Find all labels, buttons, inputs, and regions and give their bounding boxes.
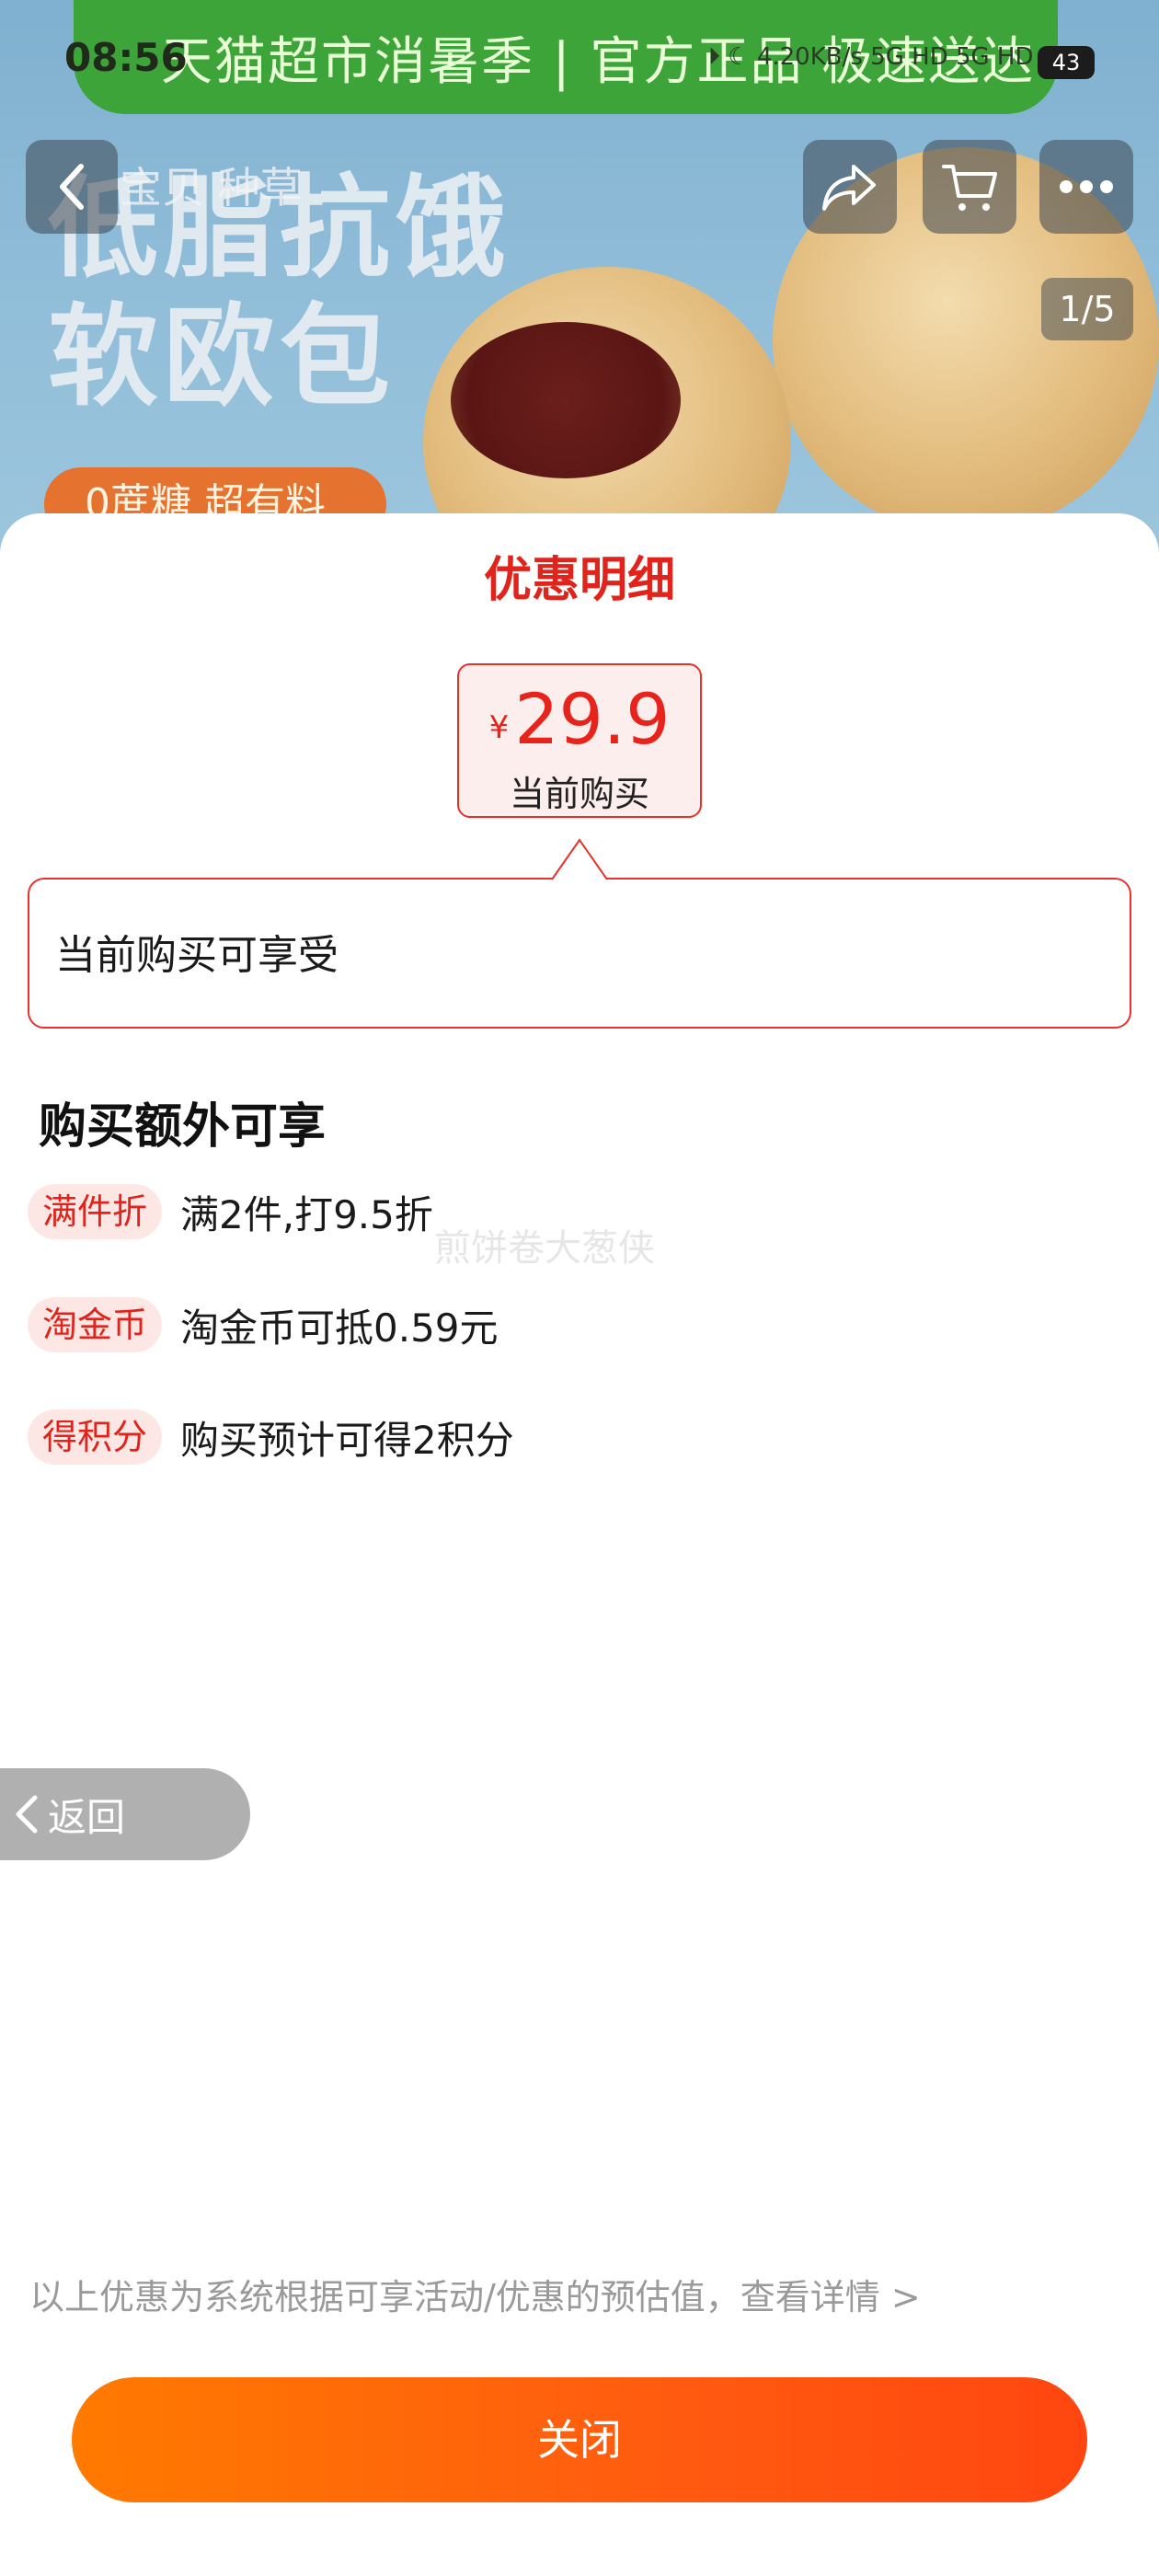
- close-button[interactable]: 关闭: [72, 2377, 1087, 2502]
- floating-back-label: 返回: [48, 1794, 126, 1840]
- benefit-text: 淘金币可抵0.59元: [180, 1305, 499, 1351]
- image-pager: 1/5: [1041, 278, 1133, 340]
- current-benefits-text: 当前购买可享受: [55, 932, 339, 979]
- currency-symbol: ¥: [488, 709, 510, 746]
- more-dots-icon: [1060, 180, 1113, 193]
- current-benefits-box: 当前购买可享受: [28, 878, 1131, 1029]
- disclaimer-link[interactable]: 以上优惠为系统根据可享活动/优惠的预估值，查看详情 >: [29, 2269, 921, 2319]
- benefit-tag: 淘金币: [28, 1297, 163, 1352]
- discount-detail-sheet: 优惠明细 ¥29.9 当前购买 当前购买可享受 购买额外可享 满件折 满2件,打…: [0, 513, 1159, 2576]
- share-button[interactable]: [803, 140, 897, 234]
- share-icon: [822, 165, 876, 211]
- benefit-row: 满件折 满2件,打9.5折: [28, 1182, 433, 1241]
- sheet-title: 优惠明细: [483, 553, 675, 608]
- benefit-text: 满2件,打9.5折: [180, 1191, 433, 1237]
- chevron-left-icon: [16, 1795, 38, 1834]
- back-button[interactable]: [26, 140, 118, 234]
- benefit-text: 购买预计可得2积分: [180, 1417, 514, 1463]
- product-banner: 低脂抗饿 软欧包 0蔗糖 超有料 天猫超市消暑季 | 官方正品 极速送达 08:…: [0, 0, 1159, 589]
- chevron-left-icon: [60, 164, 84, 210]
- benefit-tag: 得积分: [28, 1409, 163, 1465]
- price-label: 当前购买: [509, 774, 649, 814]
- cart-icon: [942, 165, 997, 211]
- benefit-row: 淘金币 淘金币可抵0.59元: [28, 1295, 499, 1354]
- floating-back-button[interactable]: 返回: [0, 1768, 250, 1860]
- status-icons: ⏵ ☾ 4.20KB/s 5G HD 5G HD ᯤ: [708, 43, 1063, 71]
- cart-button[interactable]: [923, 140, 1016, 234]
- price-value: 29.9: [514, 678, 671, 760]
- watermark: 煎饼卷大葱侠: [434, 1227, 655, 1270]
- banner-headline-2: 软欧包: [48, 293, 396, 421]
- breadcrumb[interactable]: 宝贝 种草: [120, 155, 303, 215]
- status-time: 08:56: [64, 35, 188, 80]
- benefit-row: 得积分 购买预计可得2积分: [28, 1408, 514, 1466]
- benefit-tag: 满件折: [28, 1184, 163, 1239]
- more-button[interactable]: [1039, 140, 1133, 234]
- extra-benefits-title: 购买额外可享: [39, 1099, 327, 1155]
- current-price-card: ¥29.9 当前购买: [457, 663, 702, 818]
- battery-icon: 43: [1038, 46, 1095, 79]
- price-row: ¥29.9: [459, 678, 700, 760]
- bubble-pointer: [551, 838, 608, 880]
- bread-filling-image: [451, 322, 681, 478]
